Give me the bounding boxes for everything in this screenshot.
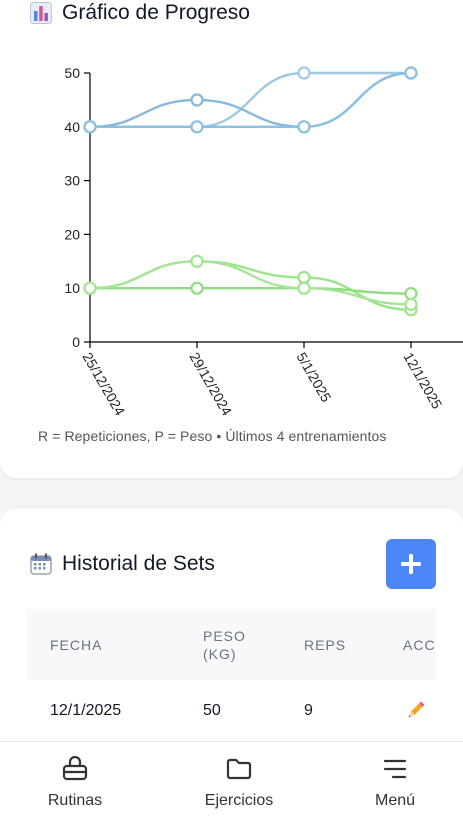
data-point xyxy=(404,66,418,80)
history-title: Historial de Sets xyxy=(62,552,215,575)
calendar-icon xyxy=(30,553,52,575)
x-tick-label: 5/1/2025 xyxy=(293,350,334,405)
bottom-navigation: Rutinas Ejercicios Menú xyxy=(0,741,463,827)
edit-set-button[interactable] xyxy=(405,680,425,742)
pencil-icon xyxy=(405,701,425,721)
x-tick-label: 29/12/2024 xyxy=(186,350,235,419)
data-point xyxy=(404,297,418,311)
progress-header: Gráfico de Progreso xyxy=(30,0,250,26)
column-header-fecha: FECHA xyxy=(50,636,103,653)
nav-label-ejercicios: Ejercicios xyxy=(204,792,274,809)
y-tick-label: 20 xyxy=(64,226,80,242)
plus-icon xyxy=(401,554,421,574)
nav-item-ejercicios[interactable]: Ejercicios xyxy=(189,742,289,827)
progress-line-chart: 0 10 20 30 40 50 25/12/2024 29/12/2024 5/1/2025 1… xyxy=(64,65,463,419)
table-row: 12/1/2025 50 9 xyxy=(27,680,436,742)
y-tick-label: 50 xyxy=(64,65,80,81)
cell-peso: 50 xyxy=(203,702,221,719)
data-point xyxy=(83,120,97,134)
progress-title: Gráfico de Progreso xyxy=(62,1,250,24)
data-point xyxy=(404,286,418,301)
series-line xyxy=(89,260,412,306)
column-header-reps: REPS xyxy=(304,636,347,653)
cell-fecha: 12/1/2025 xyxy=(50,702,122,719)
data-point xyxy=(190,93,204,107)
series-line xyxy=(90,71,411,128)
nav-item-rutinas[interactable]: Rutinas xyxy=(30,742,120,827)
add-set-button[interactable] xyxy=(386,539,436,589)
column-header-peso: PESO (KG) xyxy=(203,627,246,662)
data-point xyxy=(190,281,204,295)
cell-reps: 9 xyxy=(304,702,313,719)
workout-bag-icon xyxy=(62,756,88,782)
data-point xyxy=(190,254,204,268)
x-tick-label: 12/1/2025 xyxy=(400,350,445,412)
nav-label-menu: Menú xyxy=(374,792,416,809)
series-line xyxy=(90,286,412,295)
series-line xyxy=(89,260,412,311)
y-tick-label: 10 xyxy=(64,280,80,296)
column-header-acciones: ACCIONES xyxy=(403,636,436,653)
folder-icon xyxy=(226,756,252,782)
data-point xyxy=(297,270,311,285)
x-tick-label: 25/12/2024 xyxy=(79,350,128,419)
y-tick-label: 0 xyxy=(72,334,80,350)
data-point xyxy=(190,120,204,134)
data-point xyxy=(83,281,97,295)
data-point xyxy=(297,120,311,134)
y-tick-label: 40 xyxy=(64,119,80,135)
bar-chart-icon xyxy=(30,2,52,24)
chart-footnote: R = Repeticiones, P = Peso • Últimos 4 e… xyxy=(38,428,387,444)
history-header: Historial de Sets xyxy=(30,549,215,579)
menu-icon xyxy=(382,756,408,782)
history-table: FECHA PESO (KG) REPS ACCIONES 12/1/2025 … xyxy=(27,609,436,742)
nav-label-rutinas: Rutinas xyxy=(47,792,103,809)
table-header: FECHA PESO (KG) REPS ACCIONES xyxy=(27,609,436,680)
progress-card: Gráfico de Progreso 0 10 20 30 40 50 25/12/202… xyxy=(0,0,463,478)
y-tick-label: 30 xyxy=(64,173,80,189)
data-point xyxy=(297,281,311,295)
data-point xyxy=(297,66,311,80)
nav-item-menu[interactable]: Menú xyxy=(355,742,435,827)
